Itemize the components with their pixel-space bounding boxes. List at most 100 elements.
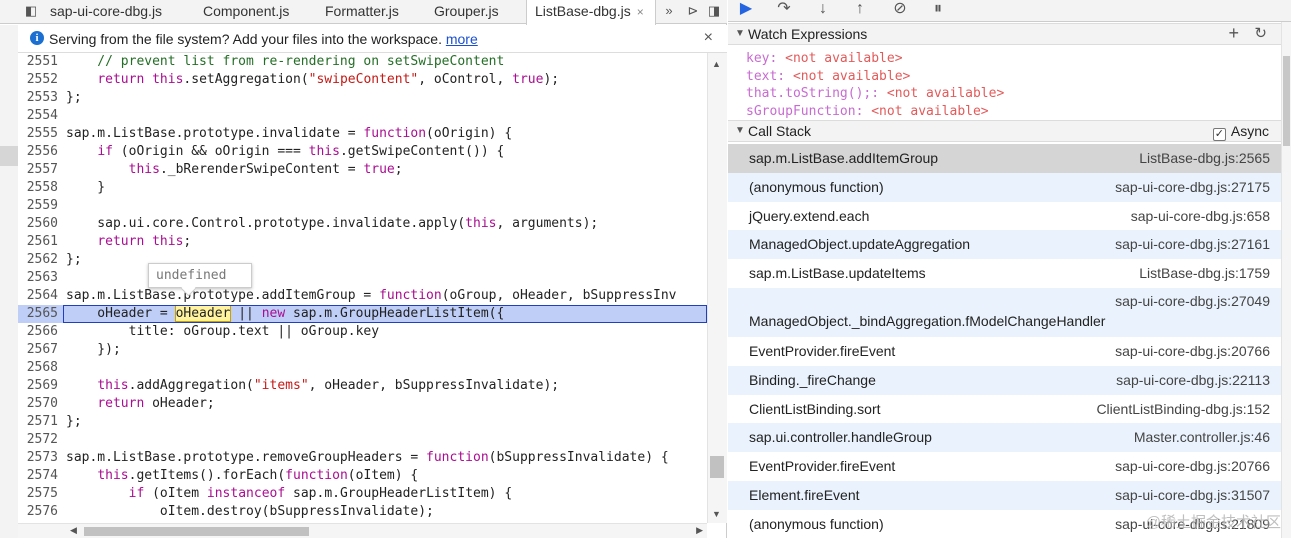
- call-frame[interactable]: sap.m.ListBase.updateItems ListBase-dbg.j…: [728, 259, 1281, 288]
- more-link[interactable]: more: [446, 31, 478, 47]
- editor-vertical-scrollbar[interactable]: ▲ ▼: [707, 53, 727, 523]
- frame-location-link[interactable]: ClientListBinding-dbg.js:152: [1096, 401, 1270, 417]
- scroll-right-icon[interactable]: ▶: [696, 525, 703, 536]
- code-line[interactable]: 2569 this.addAggregation("items", oHeade…: [18, 377, 707, 395]
- code-line[interactable]: 2559: [18, 197, 707, 215]
- close-infobar-icon[interactable]: ×: [704, 29, 713, 47]
- frame-location-link[interactable]: ListBase-dbg.js:1759: [1139, 265, 1270, 281]
- code-line[interactable]: 2551 // prevent list from re-rendering o…: [18, 53, 707, 71]
- line-number[interactable]: 2553: [20, 89, 58, 107]
- line-number[interactable]: 2557: [20, 161, 58, 179]
- step-out-icon[interactable]: ↑: [848, 0, 872, 20]
- step-into-icon[interactable]: ↓: [811, 0, 835, 20]
- watch-expressions-header[interactable]: ▼ Watch Expressions + ↻: [728, 23, 1281, 45]
- tab-sap-ui-core-dbg[interactable]: sap-ui-core-dbg.js: [42, 0, 162, 24]
- call-frame[interactable]: EventProvider.fireEvent sap-ui-core-dbg.j…: [728, 337, 1281, 366]
- code-line[interactable]: 2562};: [18, 251, 707, 269]
- code-line[interactable]: 2557 this._bRerenderSwipeContent = true;: [18, 161, 707, 179]
- async-checkbox[interactable]: ✓ Async: [1212, 123, 1269, 141]
- frame-location-link[interactable]: sap-ui-core-dbg.js:20766: [1115, 458, 1270, 474]
- line-number[interactable]: 2568: [20, 359, 58, 377]
- tab-grouper[interactable]: Grouper.js: [426, 0, 499, 24]
- close-tab-icon[interactable]: ×: [637, 5, 644, 19]
- code-line[interactable]: 2568: [18, 359, 707, 377]
- tab-overflow-icon[interactable]: »: [660, 3, 678, 19]
- line-number[interactable]: 2556: [20, 143, 58, 161]
- frame-location-link[interactable]: sap-ui-core-dbg.js:22113: [1116, 372, 1270, 388]
- line-number[interactable]: 2571: [20, 413, 58, 431]
- pause-on-exceptions-icon[interactable]: ⏸: [926, 0, 950, 20]
- call-frame[interactable]: jQuery.extend.each sap-ui-core-dbg.js:658: [728, 202, 1281, 231]
- checkbox-checked-icon[interactable]: ✓: [1212, 128, 1226, 141]
- line-number[interactable]: 2554: [20, 107, 58, 125]
- code-line[interactable]: 2555 sap.m.ListBase.prototype.invalidate …: [18, 125, 707, 143]
- watch-expression[interactable]: text: <not available>: [746, 68, 910, 85]
- line-number[interactable]: 2563: [20, 269, 58, 287]
- call-stack-header[interactable]: ▼ Call Stack ✓ Async: [728, 120, 1281, 142]
- watch-expression[interactable]: that.toString();: <not available>: [746, 85, 1004, 102]
- frame-location-link[interactable]: sap-ui-core-dbg.js:20766: [1115, 343, 1270, 359]
- call-frame[interactable]: ManagedObject.updateAggregation sap-ui-co…: [728, 230, 1281, 260]
- frame-location-link[interactable]: Master.controller.js:46: [1134, 429, 1270, 445]
- call-frame[interactable]: (anonymous function) sap-ui-core-dbg.js:2…: [728, 172, 1281, 202]
- watch-expression[interactable]: sGroupFunction: <not available>: [746, 103, 989, 120]
- toggle-navigator-icon[interactable]: ◧: [22, 3, 40, 19]
- add-watch-icon[interactable]: +: [1228, 23, 1239, 44]
- frame-location-link[interactable]: ListBase-dbg.js:2565: [1139, 150, 1270, 166]
- line-number[interactable]: 2558: [20, 179, 58, 197]
- code-line[interactable]: 2570 return oHeader;: [18, 395, 707, 413]
- line-number[interactable]: 2560: [20, 215, 58, 233]
- code-line[interactable]: 2556 if (oOrigin && oOrigin === this.get…: [18, 143, 707, 161]
- line-number[interactable]: 2561: [20, 233, 58, 251]
- line-number[interactable]: 2567: [20, 341, 58, 359]
- code-line[interactable]: 2553};: [18, 89, 707, 107]
- call-frame[interactable]: Element.fireEvent sap-ui-core-dbg.js:3150…: [728, 481, 1281, 510]
- line-number[interactable]: 2569: [20, 377, 58, 395]
- line-number[interactable]: 2576: [20, 503, 58, 521]
- frame-location-link[interactable]: sap-ui-core-dbg.js:31507: [1115, 487, 1270, 503]
- code-line[interactable]: 2566 title: oGroup.text || oGroup.key: [18, 323, 707, 341]
- scroll-up-icon[interactable]: ▲: [712, 59, 721, 69]
- toggle-sidebar-icon[interactable]: ◨: [705, 3, 723, 19]
- call-frame[interactable]: ClientListBinding.sort ClientListBinding-…: [728, 395, 1281, 424]
- editor-horizontal-scrollbar[interactable]: ◀ ▶: [18, 523, 707, 538]
- call-frame[interactable]: EventProvider.fireEvent sap-ui-core-dbg.j…: [728, 452, 1281, 481]
- line-number[interactable]: 2559: [20, 197, 58, 215]
- line-number[interactable]: 2566: [20, 323, 58, 341]
- scroll-thumb[interactable]: [1283, 56, 1290, 146]
- code-line[interactable]: 2565 oHeader = oHeader || new sap.m.Grou…: [18, 305, 707, 323]
- line-number[interactable]: 2551: [20, 53, 58, 71]
- line-number[interactable]: 2572: [20, 431, 58, 449]
- code-line[interactable]: 2560 sap.ui.core.Control.prototype.inval…: [18, 215, 707, 233]
- scroll-thumb[interactable]: [84, 527, 309, 536]
- code-line[interactable]: 2563: [18, 269, 707, 287]
- line-number[interactable]: 2573: [20, 449, 58, 467]
- scroll-thumb[interactable]: [710, 456, 724, 478]
- line-number[interactable]: 2552: [20, 71, 58, 89]
- tab-listbase-dbg[interactable]: ListBase-dbg.js ×: [526, 0, 656, 25]
- line-number[interactable]: 2575: [20, 485, 58, 503]
- code-line[interactable]: 2576 oItem.destroy(bSuppressInvalidate);: [18, 503, 707, 521]
- code-line[interactable]: 2554: [18, 107, 707, 125]
- frame-location-link[interactable]: sap-ui-core-dbg.js:27049: [1115, 293, 1270, 309]
- call-frame[interactable]: sap.ui.controller.handleGroup Master.cont…: [728, 423, 1281, 453]
- code-line[interactable]: 2572: [18, 431, 707, 449]
- toggle-debugger-icon[interactable]: ⊳: [684, 3, 702, 19]
- code-line[interactable]: 2552 return this.setAggregation("swipeCo…: [18, 71, 707, 89]
- code-line[interactable]: 2567 });: [18, 341, 707, 359]
- code-line[interactable]: 2573 sap.m.ListBase.prototype.removeGroup…: [18, 449, 707, 467]
- line-number[interactable]: 2562: [20, 251, 58, 269]
- scroll-down-icon[interactable]: ▼: [712, 509, 721, 519]
- sidebar-scrollbar[interactable]: [1281, 22, 1291, 538]
- code-editor[interactable]: 2551 // prevent list from re-rendering o…: [18, 53, 707, 538]
- call-frame[interactable]: Binding._fireChange sap-ui-core-dbg.js:22…: [728, 365, 1281, 395]
- code-line[interactable]: 2561 return this;: [18, 233, 707, 251]
- line-number[interactable]: 2555: [20, 125, 58, 143]
- frame-location-link[interactable]: sap-ui-core-dbg.js:27161: [1115, 236, 1270, 252]
- line-number[interactable]: 2564: [20, 287, 58, 305]
- frame-location-link[interactable]: sap-ui-core-dbg.js:658: [1131, 208, 1270, 224]
- tab-formatter[interactable]: Formatter.js: [317, 0, 399, 24]
- code-line[interactable]: 2574 this.getItems().forEach(function(oI…: [18, 467, 707, 485]
- deactivate-breakpoints-icon[interactable]: ⊘: [888, 0, 912, 20]
- line-number[interactable]: 2574: [20, 467, 58, 485]
